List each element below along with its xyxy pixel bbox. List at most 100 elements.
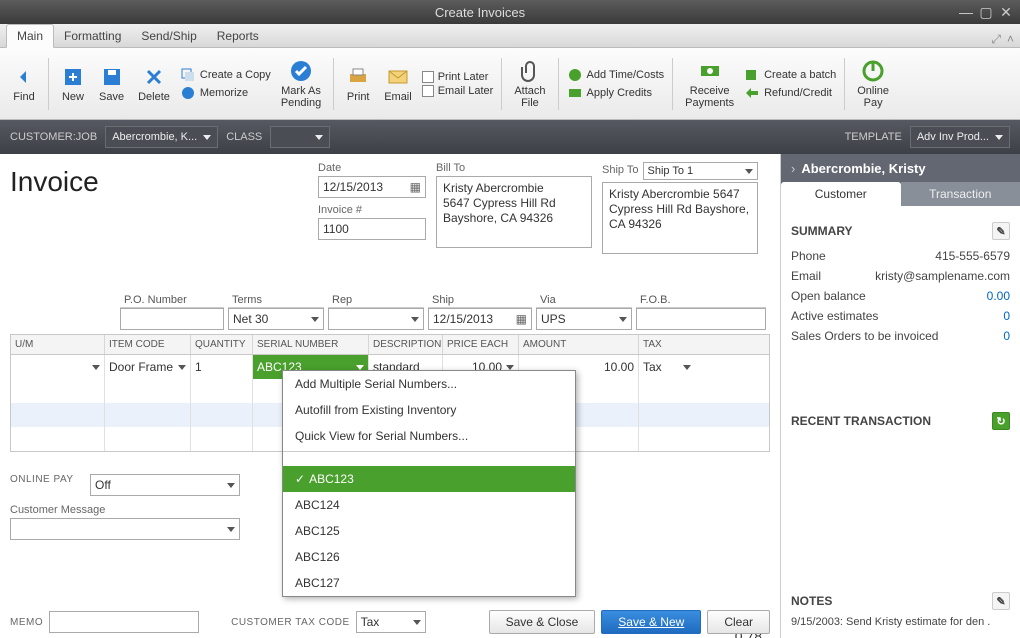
caret-down-icon xyxy=(227,483,235,488)
print-icon xyxy=(346,65,370,89)
po-input[interactable] xyxy=(120,308,224,330)
caret-down-icon[interactable] xyxy=(506,365,514,370)
dd-add-multiple[interactable]: Add Multiple Serial Numbers... xyxy=(283,371,575,397)
create-copy-button[interactable]: Create a Copy xyxy=(180,67,271,83)
collapse-icon[interactable]: ˄ xyxy=(1007,32,1014,47)
date-input[interactable]: 12/15/2013▦ xyxy=(318,176,426,198)
new-button[interactable]: New xyxy=(57,65,89,103)
customer-job-select[interactable]: Abercrombie, K... xyxy=(105,126,218,148)
print-button[interactable]: Print xyxy=(342,65,374,103)
clear-button[interactable]: Clear xyxy=(707,610,770,634)
expand-icon[interactable]: ⤢ xyxy=(991,32,1001,47)
calendar-icon[interactable]: ▦ xyxy=(516,312,527,326)
fob-input[interactable] xyxy=(636,308,766,330)
email-button[interactable]: Email xyxy=(380,65,416,103)
recent-header: RECENT TRANSACTION xyxy=(791,414,931,428)
ship-input[interactable]: 12/15/2013▦ xyxy=(428,308,532,330)
customer-job-label: CUSTOMER:JOB xyxy=(10,131,97,143)
caret-down-icon[interactable] xyxy=(92,365,100,370)
receive-payments-button[interactable]: Receive Payments xyxy=(681,59,738,109)
tab-transaction[interactable]: Transaction xyxy=(901,182,1020,206)
save-close-button[interactable]: Save & Close xyxy=(489,610,596,634)
memorize-button[interactable]: Memorize xyxy=(180,85,271,101)
maximize-icon[interactable]: ▢ xyxy=(978,4,994,20)
tab-customer[interactable]: Customer xyxy=(781,182,901,206)
summary-header: SUMMARY xyxy=(791,224,853,238)
chevron-right-icon[interactable]: › xyxy=(791,161,795,176)
refund-credit-button[interactable]: Refund/Credit xyxy=(744,85,836,101)
caret-down-icon[interactable] xyxy=(683,365,691,370)
dd-quickview[interactable]: Quick View for Serial Numbers... xyxy=(283,423,575,449)
tab-formatting[interactable]: Formatting xyxy=(54,25,131,47)
col-amt: AMOUNT xyxy=(519,335,639,354)
dd-serial[interactable]: ABC127 xyxy=(283,570,575,596)
delete-icon xyxy=(142,65,166,89)
col-price: PRICE EACH xyxy=(443,335,519,354)
po-label: P.O. Number xyxy=(120,292,224,308)
shipto-text[interactable]: Kristy Abercrombie 5647 Cypress Hill Rd … xyxy=(602,182,758,254)
apply-credits-button[interactable]: Apply Credits xyxy=(567,85,665,101)
billto-label: Bill To xyxy=(436,162,592,174)
invoice-no-input[interactable]: 1100 xyxy=(318,218,426,240)
rep-select[interactable] xyxy=(328,308,424,330)
col-item: ITEM CODE xyxy=(105,335,191,354)
minimize-icon[interactable]: — xyxy=(958,4,974,20)
credit-icon xyxy=(567,85,583,101)
template-select[interactable]: Adv Inv Prod... xyxy=(910,126,1010,148)
date-label: Date xyxy=(318,162,426,174)
edit-summary-button[interactable]: ✎ xyxy=(992,222,1010,240)
find-button[interactable]: Find xyxy=(8,65,40,103)
col-desc: DESCRIPTION xyxy=(369,335,443,354)
close-icon[interactable]: ✕ xyxy=(998,4,1014,20)
terms-select[interactable]: Net 30 xyxy=(228,308,324,330)
create-batch-button[interactable]: Create a batch xyxy=(744,67,836,83)
dd-serial[interactable]: ABC124 xyxy=(283,492,575,518)
terms-label: Terms xyxy=(228,292,324,308)
tab-main[interactable]: Main xyxy=(6,24,54,48)
tab-reports[interactable]: Reports xyxy=(207,25,269,47)
calendar-icon[interactable]: ▦ xyxy=(410,180,421,194)
caret-down-icon xyxy=(311,317,319,322)
attach-file-button[interactable]: Attach File xyxy=(510,59,549,109)
caret-down-icon xyxy=(995,135,1003,140)
dd-serial[interactable]: ABC123 xyxy=(283,466,575,492)
online-pay-button[interactable]: Online Pay xyxy=(853,59,893,109)
email-later-checkbox[interactable]: Email Later xyxy=(422,85,494,97)
save-button[interactable]: Save xyxy=(95,65,128,103)
caret-down-icon xyxy=(413,620,421,625)
customer-name: Abercrombie, Kristy xyxy=(801,161,925,176)
col-qty: QUANTITY xyxy=(191,335,253,354)
taxcode-select[interactable]: Tax xyxy=(356,611,426,633)
recent-trans-button[interactable]: ↻ xyxy=(992,412,1010,430)
caret-down-icon[interactable] xyxy=(178,365,186,370)
tab-sendship[interactable]: Send/Ship xyxy=(131,25,206,47)
print-later-checkbox[interactable]: Print Later xyxy=(422,71,494,83)
new-icon xyxy=(61,65,85,89)
onlinepay-select[interactable]: Off xyxy=(90,474,240,496)
notes-header: NOTES xyxy=(791,594,832,608)
mark-pending-button[interactable]: Mark As Pending xyxy=(277,59,325,109)
caret-down-icon[interactable] xyxy=(356,365,364,370)
notes-body: 9/15/2003: Send Kristy estimate for den … xyxy=(791,616,1010,628)
serial-dropdown: Add Multiple Serial Numbers... Autofill … xyxy=(282,370,576,597)
memo-input[interactable] xyxy=(49,611,199,633)
edit-notes-button[interactable]: ✎ xyxy=(992,592,1010,610)
ship-label: Ship xyxy=(428,292,532,308)
via-select[interactable]: UPS xyxy=(536,308,632,330)
dd-serial[interactable]: ABC125 xyxy=(283,518,575,544)
billto-text[interactable]: Kristy Abercrombie 5647 Cypress Hill Rd … xyxy=(436,176,592,248)
shipto-select[interactable]: Ship To 1 xyxy=(643,162,759,180)
caret-down-icon xyxy=(227,527,235,532)
dd-serial[interactable]: ABC126 xyxy=(283,544,575,570)
custmsg-select[interactable] xyxy=(10,518,240,540)
delete-button[interactable]: Delete xyxy=(134,65,174,103)
checkbox-icon xyxy=(422,71,434,83)
dd-autofill[interactable]: Autofill from Existing Inventory xyxy=(283,397,575,423)
save-new-button[interactable]: Save & New xyxy=(601,610,701,634)
window-title: Create Invoices xyxy=(6,5,954,20)
caret-down-icon xyxy=(315,135,323,140)
shipto-label: Ship To xyxy=(602,164,639,176)
class-select[interactable] xyxy=(270,126,330,148)
arrow-left-icon xyxy=(12,65,36,89)
add-time-costs-button[interactable]: Add Time/Costs xyxy=(567,67,665,83)
